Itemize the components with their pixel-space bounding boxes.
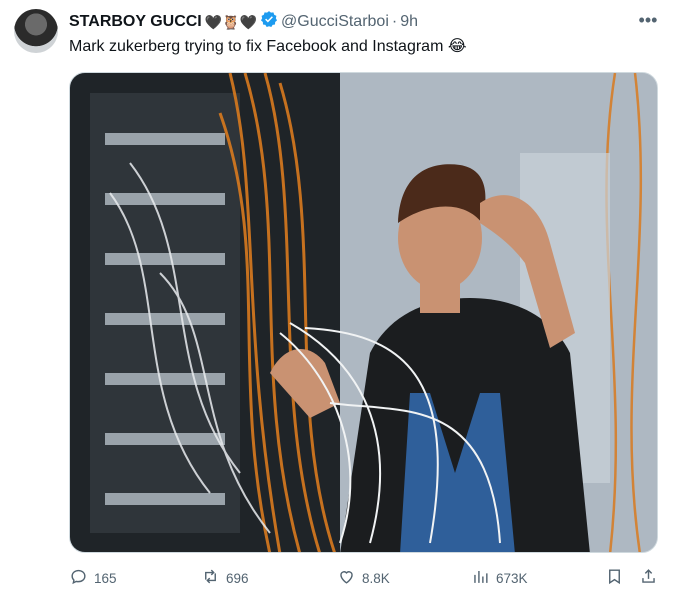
bookmark-icon <box>605 567 624 589</box>
author-name[interactable]: STARBOY GUCCI <box>69 12 202 32</box>
reply-icon <box>69 567 88 589</box>
share-icon <box>639 567 658 589</box>
tweet-text: Mark zukerberg trying to fix Facebook an… <box>69 38 467 55</box>
tweet-time[interactable]: 9h <box>400 12 418 32</box>
tweet-header: STARBOY GUCCI 🖤🦉🖤 @GucciStarboi · 9h <box>69 10 418 34</box>
views-icon <box>471 567 490 589</box>
like-button[interactable]: 8.8K <box>337 566 390 590</box>
retweet-button[interactable]: 696 <box>201 566 249 590</box>
reply-count: 165 <box>94 570 117 586</box>
more-icon[interactable]: ••• <box>634 8 662 32</box>
views-count: 673K <box>496 570 528 586</box>
separator-dot: · <box>391 13 398 30</box>
share-button[interactable] <box>639 566 658 590</box>
author-name-emoji: 🖤🦉🖤 <box>204 14 258 30</box>
retweet-icon <box>201 567 220 589</box>
verified-badge-icon <box>260 10 278 34</box>
views-button[interactable]: 673K <box>471 566 528 590</box>
bookmark-button[interactable] <box>605 566 624 590</box>
retweet-count: 696 <box>226 570 249 586</box>
reply-button[interactable]: 165 <box>69 566 117 590</box>
tweet-actions: 165 696 8.8K 673K <box>69 566 661 590</box>
like-count: 8.8K <box>362 570 390 586</box>
tweet-image[interactable] <box>69 72 658 553</box>
like-icon <box>337 567 356 589</box>
author-handle[interactable]: @GucciStarboi <box>281 12 389 32</box>
avatar[interactable] <box>14 9 58 53</box>
